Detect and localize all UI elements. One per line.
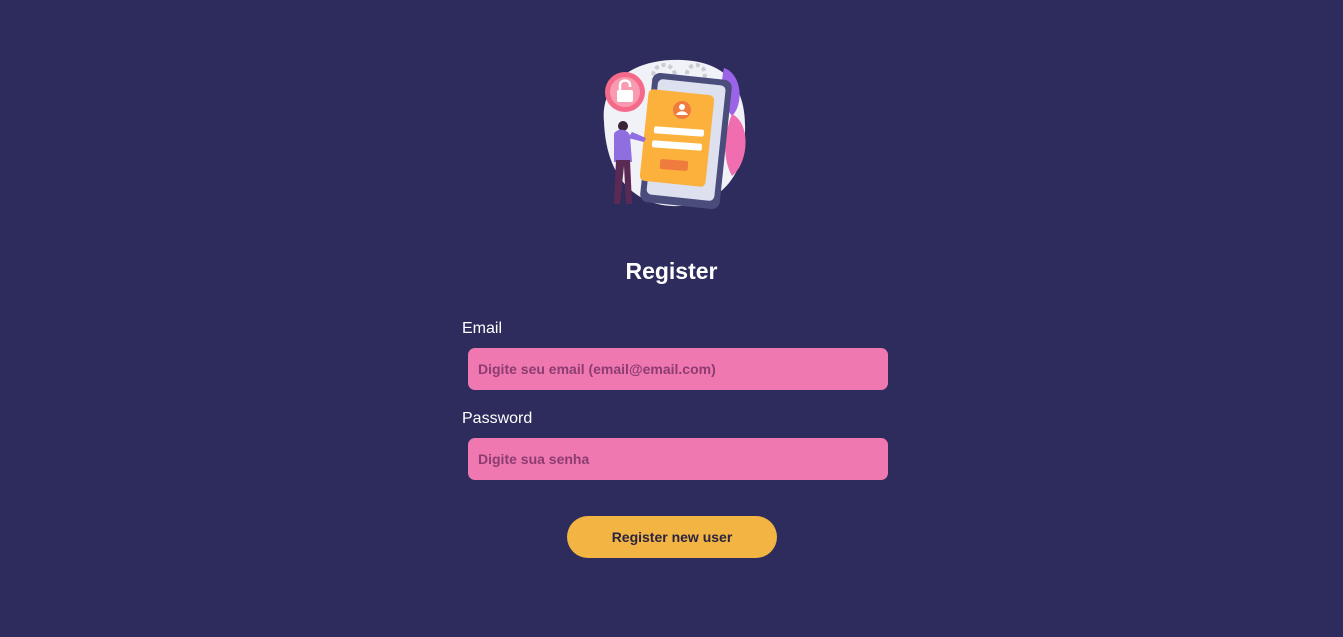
- mobile-login-illustration-icon: [603, 59, 746, 210]
- password-field[interactable]: [468, 438, 888, 480]
- password-label: Password: [462, 410, 533, 427]
- email-field[interactable]: [468, 348, 888, 390]
- email-label: Email: [462, 320, 503, 337]
- register-new-user-button[interactable]: Register new user: [567, 516, 777, 558]
- email-group: Email: [462, 320, 892, 390]
- page-title: Register: [625, 258, 718, 284]
- register-page: Register Email Password Register new use…: [0, 0, 1343, 637]
- register-form: Email Password: [462, 320, 892, 480]
- password-group: Password: [462, 410, 892, 480]
